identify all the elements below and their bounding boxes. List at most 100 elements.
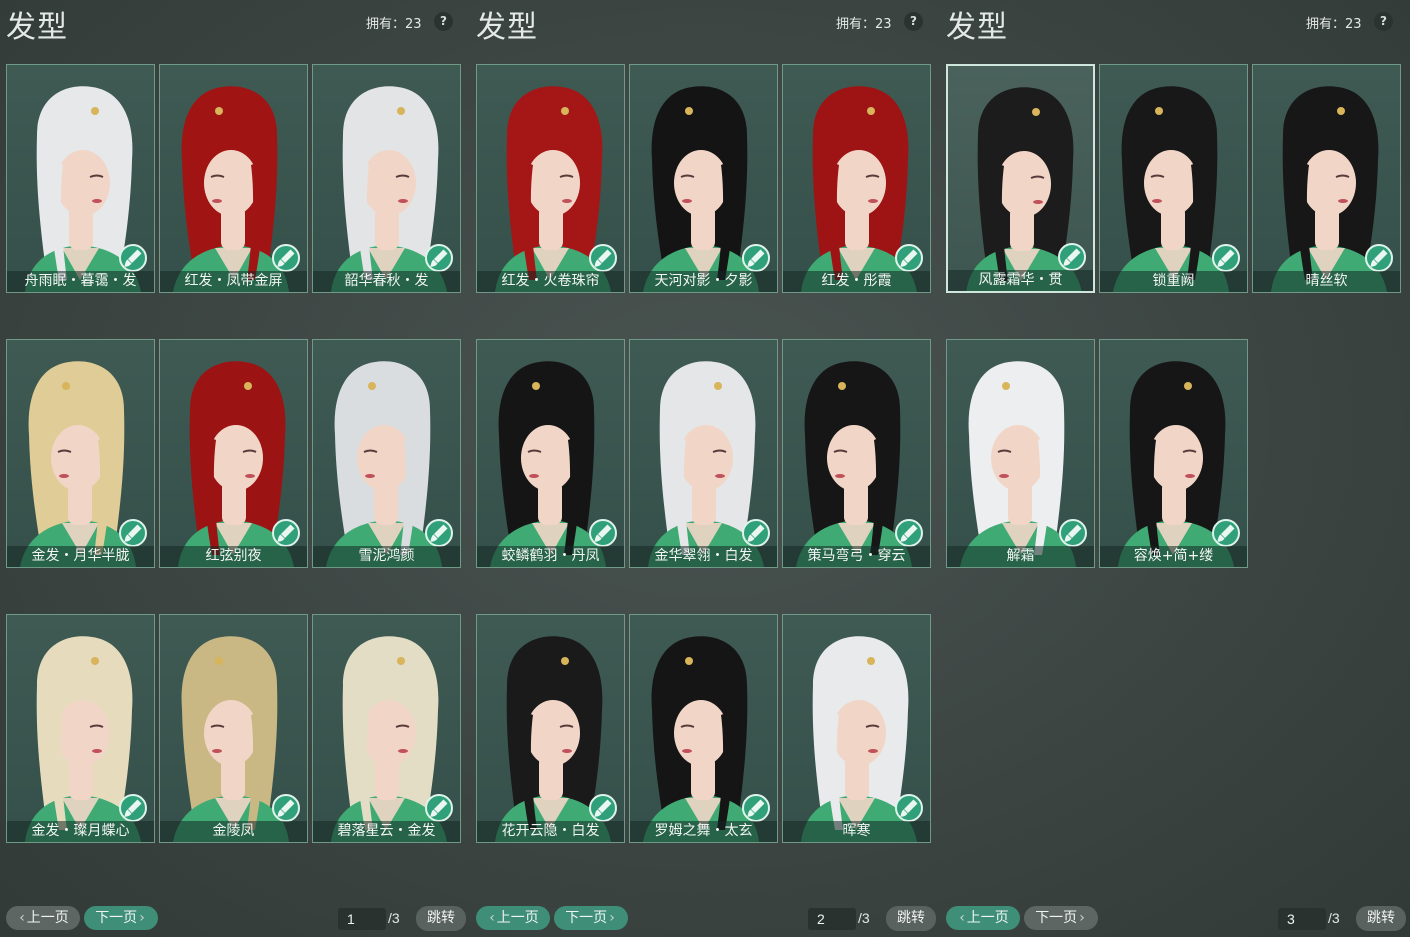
hairstyle-card[interactable]: 晖寒 <box>782 614 931 843</box>
hairstyle-card[interactable]: 锁重阙 <box>1099 64 1248 293</box>
hairstyle-card[interactable]: 金发・璨月蝶心 <box>6 614 155 843</box>
brush-icon[interactable] <box>589 244 617 272</box>
brush-icon[interactable] <box>589 794 617 822</box>
brush-icon-glyph <box>747 799 765 817</box>
brush-icon[interactable] <box>742 794 770 822</box>
hairstyle-card[interactable]: 解霜 <box>946 339 1095 568</box>
hairstyle-name: 蛟鳞鹤羽・丹凤 <box>477 546 624 567</box>
hairstyle-name: 晖寒 <box>783 821 930 842</box>
brush-icon[interactable] <box>425 519 453 547</box>
hairstyle-card[interactable]: 蛟鳞鹤羽・丹凤 <box>476 339 625 568</box>
page-number-input[interactable]: 3 <box>1278 908 1326 930</box>
hairstyle-name: 天河对影・夕影 <box>630 271 777 292</box>
brush-icon[interactable] <box>895 794 923 822</box>
next-page-label: 下一页 <box>1035 910 1078 926</box>
hairstyle-card[interactable]: 花开云隐・白发 <box>476 614 625 843</box>
chevron-right-icon: › <box>139 910 145 926</box>
hairstyle-card[interactable]: 红发・凤带金屏 <box>159 64 308 293</box>
prev-page-label: 上一页 <box>966 910 1009 926</box>
hairstyle-card[interactable]: 红发・彤霞 <box>782 64 931 293</box>
brush-icon[interactable] <box>1058 243 1086 271</box>
brush-icon-glyph <box>1217 249 1235 267</box>
hairstyle-card[interactable]: 碧落星云・金发 <box>312 614 461 843</box>
hairstyle-name: 花开云隐・白发 <box>477 821 624 842</box>
next-page-label: 下一页 <box>565 910 608 926</box>
hairstyle-card[interactable]: 晴丝软 <box>1252 64 1401 293</box>
jump-button[interactable]: 跳转 <box>1356 906 1406 931</box>
hairstyle-card[interactable]: 红弦别夜 <box>159 339 308 568</box>
brush-icon[interactable] <box>1212 244 1240 272</box>
next-page-button[interactable]: 下一页 › <box>1024 906 1098 930</box>
question-icon[interactable]: ? <box>434 12 453 31</box>
next-page-button[interactable]: 下一页 › <box>84 906 158 930</box>
brush-icon-glyph <box>1064 524 1082 542</box>
brush-icon[interactable] <box>1365 244 1393 272</box>
hairstyle-card[interactable]: 金发・月华半胧 <box>6 339 155 568</box>
hairstyle-name: 红发・火卷珠帘 <box>477 271 624 292</box>
chevron-right-icon: › <box>609 910 615 926</box>
brush-icon-glyph <box>747 249 765 267</box>
next-page-button[interactable]: 下一页 › <box>554 906 628 930</box>
jump-button[interactable]: 跳转 <box>416 906 466 931</box>
hairstyle-name: 碧落星云・金发 <box>313 821 460 842</box>
hairstyle-card[interactable]: 策马弯弓・穿云 <box>782 339 931 568</box>
question-icon[interactable]: ? <box>1374 12 1393 31</box>
prev-page-button[interactable]: ‹ 上一页 <box>476 906 550 930</box>
hairstyle-card[interactable]: 金华翠翎・白发 <box>629 339 778 568</box>
chevron-left-icon: ‹ <box>489 910 495 926</box>
owned-count: 拥有：23 <box>836 17 892 32</box>
hairstyle-name: 策马弯弓・穿云 <box>783 546 930 567</box>
hairstyle-name: 雪泥鸿颜 <box>313 546 460 567</box>
question-icon[interactable]: ? <box>904 12 923 31</box>
hairstyle-card[interactable]: 金陵凤 <box>159 614 308 843</box>
hairstyle-card[interactable]: 罗姆之舞・太玄 <box>629 614 778 843</box>
brush-icon[interactable] <box>895 519 923 547</box>
hairstyle-panel-page-3: 发型 拥有：23? 风露霜华・贯 锁重阙 晴丝软 解霜 容焕+简+缕 ‹ 上一页 下一页 › 3/3 跳… <box>940 0 1410 937</box>
prev-page-button[interactable]: ‹ 上一页 <box>6 906 80 930</box>
brush-icon[interactable] <box>895 244 923 272</box>
page-total: /3 <box>1328 910 1340 926</box>
brush-icon[interactable] <box>589 519 617 547</box>
hairstyle-name: 金陵凤 <box>160 821 307 842</box>
hairstyle-card[interactable]: 风露霜华・贯 <box>946 64 1095 293</box>
hairstyle-card[interactable]: 天河对影・夕影 <box>629 64 778 293</box>
hairstyle-name: 金发・璨月蝶心 <box>7 821 154 842</box>
page-number-input[interactable]: 2 <box>808 908 856 930</box>
owned-count: 拥有：23 <box>1306 17 1362 32</box>
brush-icon[interactable] <box>119 244 147 272</box>
next-page-label: 下一页 <box>95 910 138 926</box>
hairstyle-card[interactable]: 舟雨眠・暮霭・发 <box>6 64 155 293</box>
brush-icon[interactable] <box>742 244 770 272</box>
prev-page-button[interactable]: ‹ 上一页 <box>946 906 1020 930</box>
brush-icon[interactable] <box>1059 519 1087 547</box>
hairstyle-card[interactable]: 容焕+简+缕 <box>1099 339 1248 568</box>
chevron-left-icon: ‹ <box>959 910 965 926</box>
hairstyle-name: 韶华春秋・发 <box>313 271 460 292</box>
hairstyle-card[interactable]: 红发・火卷珠帘 <box>476 64 625 293</box>
prev-page-label: 上一页 <box>496 910 539 926</box>
brush-icon[interactable] <box>425 244 453 272</box>
brush-icon[interactable] <box>119 794 147 822</box>
hairstyle-name: 锁重阙 <box>1100 271 1247 292</box>
brush-icon[interactable] <box>1212 519 1240 547</box>
brush-icon[interactable] <box>425 794 453 822</box>
brush-icon-glyph <box>900 249 918 267</box>
brush-icon-glyph <box>594 799 612 817</box>
hairstyle-card[interactable]: 雪泥鸿颜 <box>312 339 461 568</box>
jump-button[interactable]: 跳转 <box>886 906 936 931</box>
brush-icon[interactable] <box>119 519 147 547</box>
hairstyle-panel-page-1: 发型 拥有：23? 舟雨眠・暮霭・发 红发・凤带金屏 韶华春秋・发 金发・月华半胧 红弦别夜… <box>0 0 470 937</box>
brush-icon-glyph <box>277 524 295 542</box>
brush-icon[interactable] <box>272 244 300 272</box>
brush-icon[interactable] <box>742 519 770 547</box>
page-total: /3 <box>388 910 400 926</box>
hairstyle-name: 罗姆之舞・太玄 <box>630 821 777 842</box>
hairstyle-name: 风露霜华・贯 <box>948 270 1093 291</box>
page-number-input[interactable]: 1 <box>338 908 386 930</box>
brush-icon-glyph <box>594 249 612 267</box>
brush-icon[interactable] <box>272 519 300 547</box>
chevron-right-icon: › <box>1079 910 1085 926</box>
hairstyle-card[interactable]: 韶华春秋・发 <box>312 64 461 293</box>
brush-icon-glyph <box>594 524 612 542</box>
brush-icon[interactable] <box>272 794 300 822</box>
